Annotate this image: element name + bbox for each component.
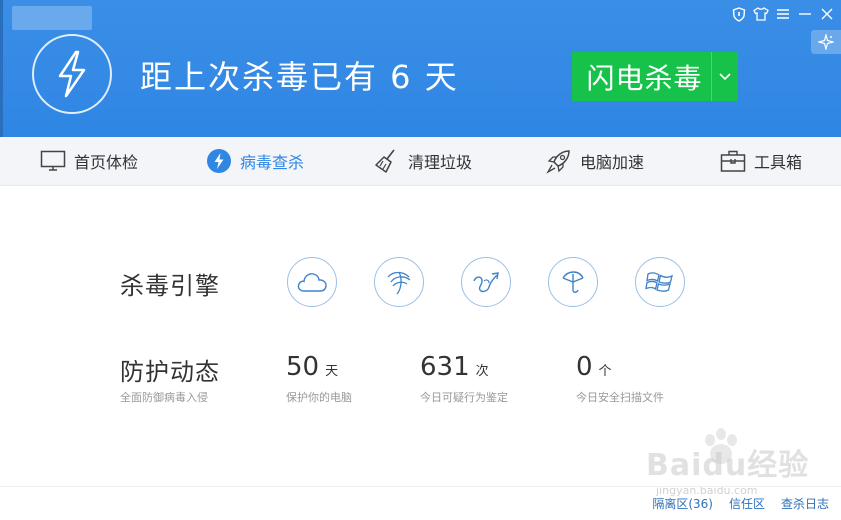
heuristic-engine-icon[interactable] xyxy=(461,257,511,307)
footer-divider xyxy=(0,486,841,487)
app-logo-blurred xyxy=(12,6,92,30)
stat-days-protected: 50 天 保护你的电脑 xyxy=(286,352,352,404)
toolbox-icon xyxy=(720,148,746,174)
engines-heading: 杀毒引擎 xyxy=(120,272,220,300)
windows-icon[interactable] xyxy=(635,257,685,307)
days-since-scan-title: 距上次杀毒已有 6 天 xyxy=(140,58,459,96)
scan-log-link[interactable]: 查杀日志 xyxy=(781,495,829,512)
quick-scan-label: 闪电杀毒 xyxy=(586,61,703,95)
stat-files-scanned: 0个 今日安全扫描文件 xyxy=(576,352,664,404)
stat-unit: 个 xyxy=(598,364,612,379)
tab-speed-up[interactable]: 电脑加速 xyxy=(546,137,644,185)
stat-description: 保护你的电脑 xyxy=(286,391,352,404)
window-controls xyxy=(731,6,835,22)
stat-value: 0 xyxy=(576,352,593,382)
stat-unit: 次 xyxy=(475,364,489,379)
main-nav: 首页体检 病毒查杀 清理垃圾 电脑加速 工具箱 xyxy=(0,137,841,186)
minimize-icon[interactable] xyxy=(797,6,813,22)
quick-scan-button[interactable]: 闪电杀毒 xyxy=(572,52,738,101)
protection-subtitle: 全面防御病毒入侵 xyxy=(120,391,208,404)
menu-icon[interactable] xyxy=(775,6,791,22)
sparkle-icon[interactable] xyxy=(811,30,841,54)
header-banner: 距上次杀毒已有 6 天 闪电杀毒 xyxy=(0,0,841,137)
tab-label: 清理垃圾 xyxy=(408,153,473,172)
bolt-icon xyxy=(206,148,232,174)
stat-value: 50 xyxy=(286,352,320,382)
quarantine-link[interactable]: 隔离区(36) xyxy=(652,495,713,512)
broom-icon xyxy=(374,148,400,174)
cloud-icon[interactable] xyxy=(287,257,337,307)
trust-zone-link[interactable]: 信任区 xyxy=(729,495,765,512)
tab-toolbox[interactable]: 工具箱 xyxy=(720,137,802,185)
stat-unit: 天 xyxy=(325,364,339,379)
tab-home-checkup[interactable]: 首页体检 xyxy=(40,137,138,185)
window-edge xyxy=(0,0,3,137)
shield-icon[interactable] xyxy=(731,6,747,22)
qvm-engine-icon[interactable] xyxy=(374,257,424,307)
tab-virus-scan[interactable]: 病毒查杀 xyxy=(206,137,304,185)
shirt-icon[interactable] xyxy=(753,6,769,22)
bolt-status-icon xyxy=(32,34,112,114)
footer-links: 隔离区(36) 信任区 查杀日志 xyxy=(652,495,829,512)
protection-heading: 防护动态 xyxy=(120,358,220,386)
stat-suspicious-checks: 631 次 今日可疑行为鉴定 xyxy=(420,352,508,404)
tab-clean-junk[interactable]: 清理垃圾 xyxy=(374,137,472,185)
tab-label: 病毒查杀 xyxy=(240,153,305,172)
close-icon[interactable] xyxy=(819,6,835,22)
tab-label: 工具箱 xyxy=(754,153,803,172)
umbrella-icon[interactable] xyxy=(548,257,598,307)
scan-options-dropdown[interactable] xyxy=(711,52,738,101)
stat-value: 631 xyxy=(420,352,470,382)
monitor-icon xyxy=(40,148,66,174)
tab-label: 电脑加速 xyxy=(580,153,645,172)
rocket-icon xyxy=(546,148,572,174)
chevron-down-icon xyxy=(719,72,731,80)
stat-description: 今日可疑行为鉴定 xyxy=(420,391,508,404)
stat-description: 今日安全扫描文件 xyxy=(576,391,664,404)
tab-label: 首页体检 xyxy=(74,153,139,172)
baidu-jingyan-watermark: Baidu经验 xyxy=(646,448,810,483)
